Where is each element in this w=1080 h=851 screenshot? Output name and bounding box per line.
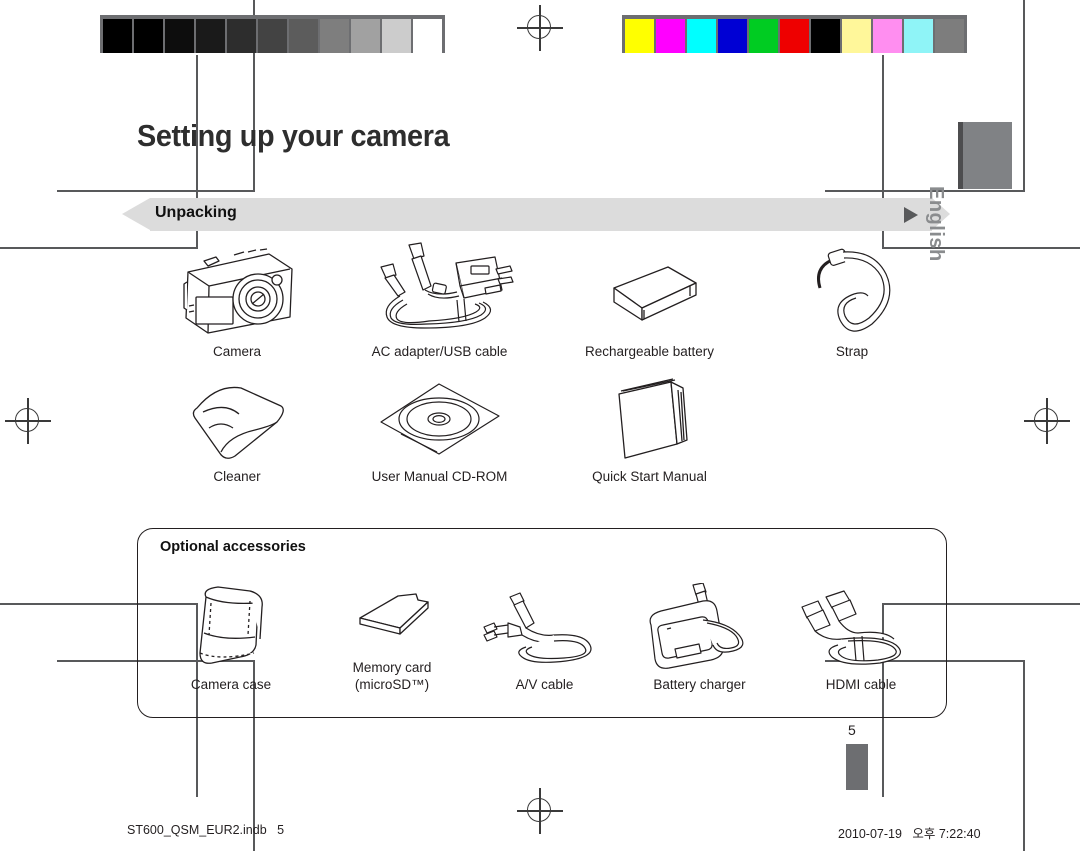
item-caption: User Manual CD-ROM [371, 469, 508, 484]
list-item: A/V cable [467, 566, 622, 694]
grayscale-swatch [258, 19, 287, 53]
av-cable-icon [480, 583, 610, 671]
item-caption: Quick Start Manual [592, 469, 707, 484]
play-triangle-icon [904, 207, 918, 223]
grayscale-swatch [196, 19, 225, 53]
list-item: Memory card (microSD™) [317, 566, 467, 694]
registration-mark-bottom [517, 788, 563, 834]
page-number: 5 [848, 722, 856, 738]
grayscale-swatch [413, 19, 442, 53]
cd-rom-icon [375, 378, 505, 463]
section-banner: Unpacking [122, 198, 950, 231]
color-swatch [811, 19, 840, 53]
grayscale-swatch [227, 19, 256, 53]
list-item: Battery charger [622, 566, 777, 694]
color-swatch [718, 19, 747, 53]
item-caption-line1: Battery charger [653, 676, 746, 692]
grayscale-swatch [320, 19, 349, 53]
optional-accessories-row: Camera case Memory card (microSD™) A/V c… [145, 566, 945, 694]
list-item: Rechargeable battery [542, 240, 757, 361]
unpacking-row-1: Camera AC adapter/USB cable Rechargeable… [137, 240, 947, 361]
grayscale-swatch [351, 19, 380, 53]
item-caption-line1: HDMI cable [825, 676, 897, 692]
item-caption: Camera [212, 344, 261, 359]
item-caption: Rechargeable battery [584, 344, 715, 359]
color-swatch [687, 19, 716, 53]
hdmi-cable-icon [796, 583, 926, 671]
banner-body [150, 198, 950, 231]
list-item: HDMI cable [777, 566, 945, 694]
registration-mark-right [1024, 398, 1070, 444]
color-swatch [625, 19, 654, 53]
camera-icon [172, 240, 302, 338]
color-swatch [842, 19, 871, 53]
grayscale-calibration-strip [100, 15, 445, 53]
registration-mark-top [517, 5, 563, 51]
banner-left-chevron [122, 198, 150, 230]
item-caption: Strap [835, 344, 869, 359]
item-caption: Battery charger [653, 677, 745, 694]
item-caption-line1: A/V cable [515, 676, 574, 692]
item-caption: HDMI cable [826, 677, 897, 694]
list-item: AC adapter/USB cable [337, 240, 542, 361]
ac-adapter-usb-cable-icon [365, 240, 515, 338]
page-marker-bar [846, 744, 868, 790]
footer-timestamp: 2010-07-19 오후 7:22:40 [838, 827, 981, 841]
manual-booklet-icon [597, 378, 702, 463]
item-caption: Cleaner [213, 469, 261, 484]
battery-icon [590, 240, 710, 338]
color-swatch [904, 19, 933, 53]
item-caption: Memory card (microSD™) [353, 660, 432, 694]
grayscale-swatch [289, 19, 318, 53]
grayscale-swatch [165, 19, 194, 53]
list-item: Camera case [145, 566, 317, 694]
optional-accessories-heading: Optional accessories [160, 539, 306, 555]
color-swatch [656, 19, 685, 53]
color-swatch [749, 19, 778, 53]
item-caption-line1: Camera case [190, 676, 272, 692]
strap-icon [802, 240, 902, 338]
unpacking-row-2: Cleaner User Manual CD-ROM Quick Start M… [137, 378, 947, 486]
color-swatch [935, 19, 964, 53]
item-caption: A/V cable [516, 677, 574, 694]
color-swatch [780, 19, 809, 53]
list-item: Camera [137, 240, 337, 361]
grayscale-swatch [103, 19, 132, 53]
camera-case-icon [176, 583, 286, 671]
item-caption-line2: (microSD™) [354, 676, 430, 692]
color-swatch [873, 19, 902, 53]
item-caption: AC adapter/USB cable [371, 344, 508, 359]
grayscale-swatch [134, 19, 163, 53]
grayscale-swatch [382, 19, 411, 53]
section-banner-label: Unpacking [155, 204, 237, 221]
list-item: Quick Start Manual [542, 378, 757, 486]
language-tab [958, 122, 1012, 189]
list-item: User Manual CD-ROM [337, 378, 542, 486]
page-title: Setting up your camera [137, 118, 450, 153]
footer-filename: ST600_QSM_EUR2.indb 5 [127, 823, 285, 837]
cleaner-cloth-icon [177, 378, 297, 463]
item-caption-line1: Memory card [352, 660, 432, 675]
registration-mark-left [5, 398, 51, 444]
language-tab-edge [958, 122, 963, 189]
color-calibration-strip [622, 15, 967, 53]
list-item: Strap [757, 240, 947, 361]
memory-card-icon [340, 566, 445, 654]
battery-charger-icon [637, 582, 762, 671]
list-item: Cleaner [137, 378, 337, 486]
item-caption: Camera case [191, 677, 271, 694]
